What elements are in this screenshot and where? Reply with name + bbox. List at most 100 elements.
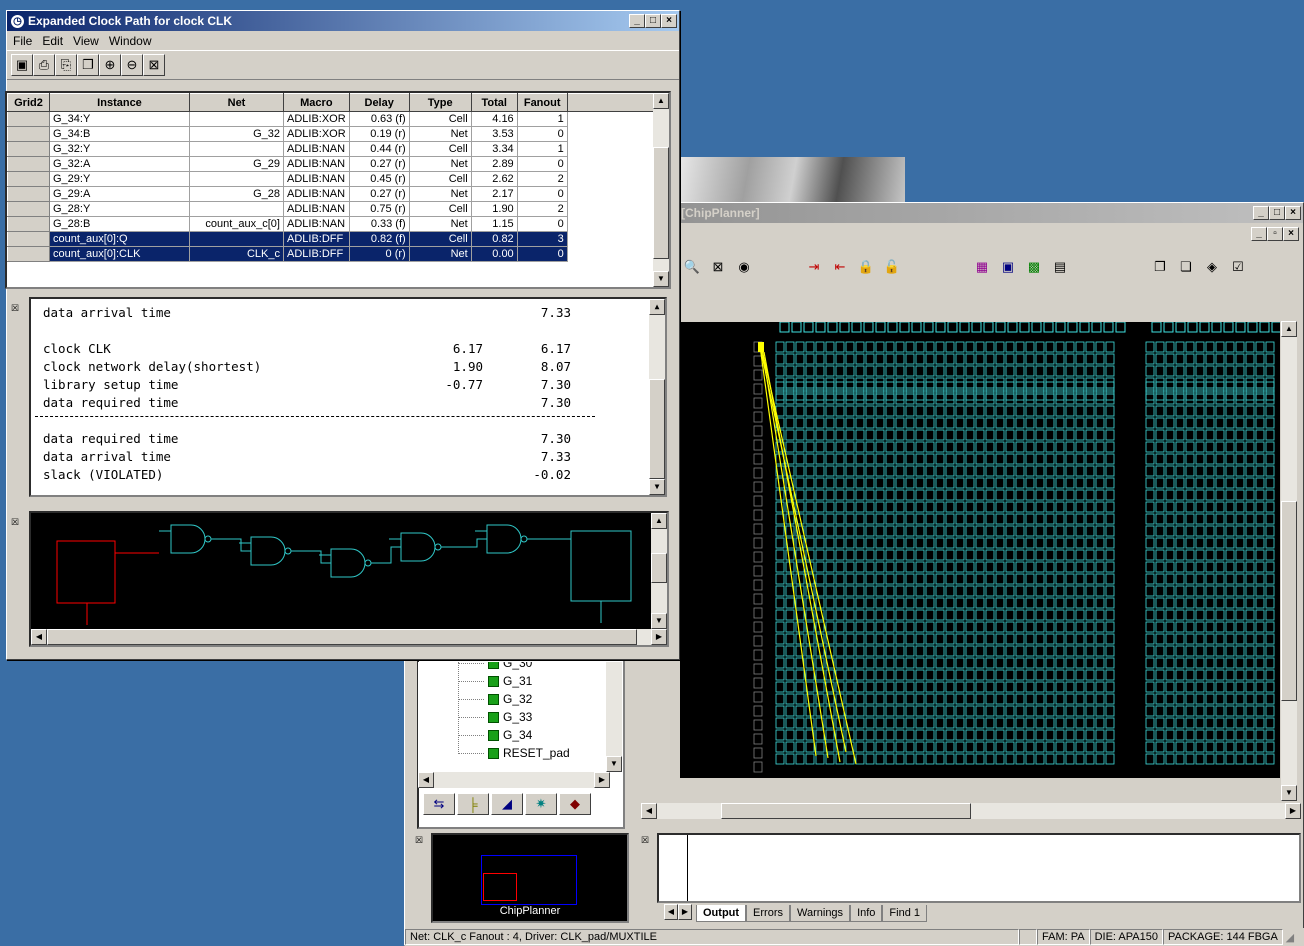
menu-edit[interactable]: Edit — [42, 34, 63, 48]
row-header[interactable] — [7, 216, 50, 232]
floorplan-icon[interactable]: ▣ — [997, 256, 1019, 278]
unlock-icon[interactable]: 🔓 — [881, 256, 903, 278]
panel-close-icon[interactable]: ☒ — [415, 835, 427, 846]
canvas-vscroll[interactable]: ▲ ▼ — [1281, 321, 1297, 801]
row-header[interactable] — [7, 186, 50, 202]
minimize-button[interactable]: _ — [629, 14, 645, 28]
output-tab[interactable]: Info — [850, 905, 883, 922]
overview-selection[interactable] — [483, 873, 517, 901]
table-row[interactable]: G_28:B count_aux_c[0] ADLIB:NAN 0.33 (f) Net… — [7, 216, 658, 232]
zoom-out-icon[interactable]: ⊖ — [121, 54, 143, 76]
menu-window[interactable]: Window — [109, 34, 152, 48]
grid-vscroll-thumb[interactable] — [653, 147, 669, 259]
mdi-restore-button[interactable]: ▫ — [1267, 227, 1283, 241]
eye-icon[interactable]: ◉ — [733, 256, 755, 278]
tree-item[interactable]: G_32 — [488, 690, 532, 708]
schem-vscroll-thumb[interactable] — [651, 553, 667, 583]
scroll-left-button[interactable]: ◀ — [641, 803, 657, 819]
tree-item[interactable]: G_30 — [488, 662, 532, 672]
size-grip-icon[interactable]: ◢ — [1283, 931, 1297, 944]
vscroll-thumb[interactable] — [1281, 501, 1297, 701]
tree-item[interactable]: G_34 — [488, 726, 532, 744]
lock-icon[interactable]: 🔒 — [855, 256, 877, 278]
output-tab-scroll[interactable]: ◀ ▶ — [664, 904, 692, 920]
print-preview-icon[interactable]: ⎘ — [55, 54, 77, 76]
schem-scroll-up-button[interactable]: ▲ — [651, 513, 667, 529]
table-row[interactable]: G_32:A G_29 ADLIB:NAN 0.27 (r) Net 2.89 0 — [7, 156, 658, 172]
tree-vscroll[interactable]: ▼ — [606, 662, 622, 772]
path-schematic[interactable]: ▲ ▼ ◀ ▶ — [29, 511, 669, 647]
hscroll-thumb[interactable] — [721, 803, 971, 819]
properties-icon[interactable]: ☑ — [1227, 256, 1249, 278]
tree-scroll-left-button[interactable]: ◀ — [418, 772, 434, 788]
column-header[interactable]: Instance — [49, 93, 190, 112]
grid-scroll-up-button[interactable]: ▲ — [653, 93, 669, 109]
zoom-in-icon[interactable]: ⊕ — [99, 54, 121, 76]
tree-item[interactable]: G_33 — [488, 708, 532, 726]
column-header[interactable]: Grid2 — [7, 93, 50, 112]
copy-icon[interactable]: ❐ — [77, 54, 99, 76]
routing-icon[interactable]: ▩ — [1023, 256, 1045, 278]
table-row[interactable]: G_34:Y ADLIB:XOR 0.63 (f) Cell 4.16 1 — [7, 111, 658, 127]
column-header[interactable]: Net — [189, 93, 284, 112]
canvas-hscroll[interactable]: ◀ ▶ — [641, 803, 1301, 819]
table-row[interactable]: count_aux[0]:CLK CLK_c ADLIB:DFF 0 (r) Net 0.… — [7, 246, 658, 262]
grid-view-icon[interactable]: ▦ — [971, 256, 993, 278]
new-region-icon[interactable]: ❐ — [1149, 256, 1171, 278]
table-row[interactable]: count_aux[0]:Q ADLIB:DFF 0.82 (f) Cell 0.82 3 — [7, 231, 658, 247]
row-header[interactable] — [7, 201, 50, 217]
zoom-fit-icon[interactable]: ⊠ — [707, 256, 729, 278]
scroll-up-button[interactable]: ▲ — [1281, 321, 1297, 337]
zoom-icon[interactable]: 🔍 — [681, 256, 703, 278]
column-header[interactable]: Delay — [348, 93, 410, 112]
chip-floorplan-canvas[interactable] — [750, 322, 1280, 778]
schematic-vscroll[interactable]: ▲ ▼ — [651, 513, 667, 629]
mdi-minimize-button[interactable]: _ — [1251, 227, 1267, 241]
grid-vscroll[interactable]: ▲ ▼ — [653, 93, 669, 287]
schem-scroll-left-button[interactable]: ◀ — [31, 629, 47, 645]
save-icon[interactable]: ▣ — [11, 54, 33, 76]
regions-tab-icon[interactable]: ✷ — [525, 793, 557, 815]
tab-scroll-left-button[interactable]: ◀ — [664, 904, 678, 920]
row-header[interactable] — [7, 171, 50, 187]
nets-tab-icon[interactable]: ◢ — [491, 793, 523, 815]
print-icon[interactable]: ⎙ — [33, 54, 55, 76]
close-button[interactable]: × — [1285, 206, 1301, 220]
output-tab[interactable]: Warnings — [790, 905, 851, 922]
column-header[interactable]: Type — [408, 93, 472, 112]
maximize-button[interactable]: □ — [1269, 206, 1285, 220]
edit-region-icon[interactable]: ❏ — [1175, 256, 1197, 278]
row-header[interactable] — [7, 111, 50, 127]
zoom-fit-icon[interactable]: ⊠ — [143, 54, 165, 76]
scroll-right-button[interactable]: ▶ — [1285, 803, 1301, 819]
assign-icon[interactable]: ◈ — [1201, 256, 1223, 278]
report-vscroll[interactable]: ▲ ▼ — [649, 299, 665, 495]
schematic-hscroll[interactable]: ◀ ▶ — [31, 629, 667, 645]
output-close-icon[interactable]: ☒ — [641, 835, 653, 846]
tree-scroll-down-button[interactable]: ▼ — [606, 756, 622, 772]
grid-scroll-down-button[interactable]: ▼ — [653, 271, 669, 287]
table-row[interactable]: G_34:B G_32 ADLIB:XOR 0.19 (r) Net 3.53 0 — [7, 126, 658, 142]
schem-hscroll-thumb[interactable] — [47, 629, 637, 645]
column-header[interactable]: Total — [470, 93, 518, 112]
table-icon[interactable]: ▤ — [1049, 256, 1071, 278]
table-row[interactable]: G_29:A G_28 ADLIB:NAN 0.27 (r) Net 2.17 0 — [7, 186, 658, 202]
schematic-close-icon[interactable]: ☒ — [11, 517, 23, 528]
menu-view[interactable]: View — [73, 34, 99, 48]
tree-item[interactable]: RESET_pad — [488, 744, 570, 762]
tree-item[interactable]: G_31 — [488, 672, 532, 690]
row-header[interactable] — [7, 231, 50, 247]
output-tab[interactable]: Find 1 — [882, 905, 927, 922]
table-row[interactable]: G_29:Y ADLIB:NAN 0.45 (r) Cell 2.62 2 — [7, 171, 658, 187]
report-scroll-up-button[interactable]: ▲ — [649, 299, 665, 315]
net-in-icon[interactable]: ⇥ — [803, 256, 825, 278]
package-tab-icon[interactable]: ◆ — [559, 793, 591, 815]
schem-scroll-right-button[interactable]: ▶ — [651, 629, 667, 645]
mdi-close-button[interactable]: × — [1283, 227, 1299, 241]
row-header[interactable] — [7, 246, 50, 262]
output-tab[interactable]: Output — [696, 905, 747, 922]
column-header[interactable]: Macro — [283, 93, 350, 112]
schem-scroll-down-button[interactable]: ▼ — [651, 613, 667, 629]
row-header[interactable] — [7, 156, 50, 172]
menu-file[interactable]: File — [13, 34, 32, 48]
